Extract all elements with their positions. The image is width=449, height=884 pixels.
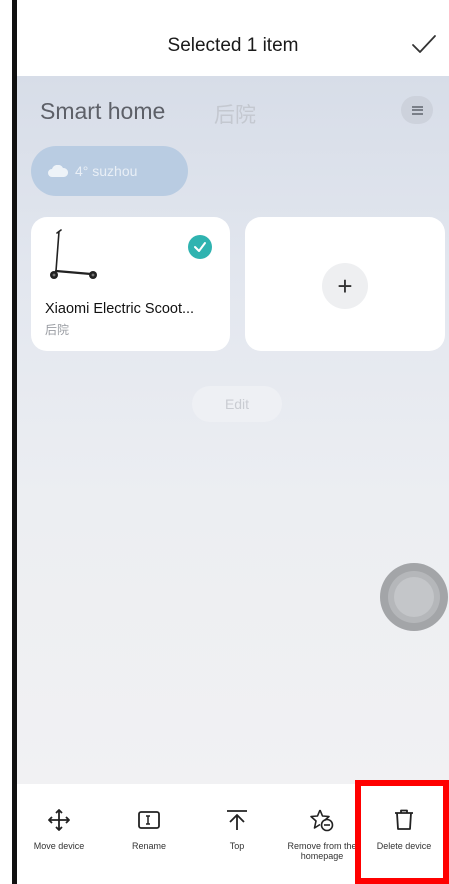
rename-icon <box>138 811 160 829</box>
remove-star-icon <box>310 809 334 832</box>
selection-header: Selected 1 item <box>17 0 449 76</box>
move-device-button[interactable]: Move device <box>17 806 101 851</box>
home-title[interactable]: Smart home <box>40 98 165 125</box>
bottom-action-bar: Move device Rename Top Remove from the h… <box>17 784 449 884</box>
rename-button[interactable]: Rename <box>107 806 191 851</box>
remove-from-homepage-label: Remove from the homepage <box>287 841 357 861</box>
move-device-label: Move device <box>33 841 85 851</box>
trash-icon <box>395 809 413 830</box>
floating-ball-inner <box>394 577 434 617</box>
checkmark-icon[interactable] <box>411 33 437 55</box>
menu-button[interactable] <box>401 96 433 124</box>
home-content: Smart home 后院 4° suzhou Xiaomi Electric … <box>17 76 449 784</box>
pin-top-icon <box>227 810 247 830</box>
weather-text: 4° suzhou <box>75 163 138 179</box>
device-card[interactable]: Xiaomi Electric Scoot... 后院 <box>31 217 230 351</box>
scooter-icon <box>50 229 97 279</box>
plus-icon: + <box>322 263 368 309</box>
delete-device-button[interactable]: Delete device <box>362 806 446 851</box>
selection-title: Selected 1 item <box>167 35 299 56</box>
tab-room[interactable]: 后院 <box>214 99 256 129</box>
add-device-card[interactable]: + <box>245 217 445 351</box>
delete-device-label: Delete device <box>376 841 432 851</box>
app-screen: Selected 1 item Smart home 后院 4° suzhou <box>17 0 449 884</box>
cloud-icon <box>48 165 68 177</box>
hamburger-icon <box>411 105 423 115</box>
floating-assistive-button[interactable] <box>380 563 448 631</box>
screen-edge-bar <box>12 0 17 884</box>
rename-label: Rename <box>131 841 167 851</box>
top-button[interactable]: Top <box>195 806 279 851</box>
device-name: Xiaomi Electric Scoot... <box>45 301 195 317</box>
selected-check-icon[interactable] <box>188 235 212 259</box>
edit-button[interactable]: Edit <box>192 386 282 422</box>
move-arrows-icon <box>48 809 70 831</box>
weather-pill[interactable]: 4° suzhou <box>31 146 188 196</box>
top-label: Top <box>229 841 245 851</box>
device-room: 后院 <box>45 323 70 337</box>
remove-from-homepage-button[interactable]: Remove from the homepage <box>280 806 364 861</box>
